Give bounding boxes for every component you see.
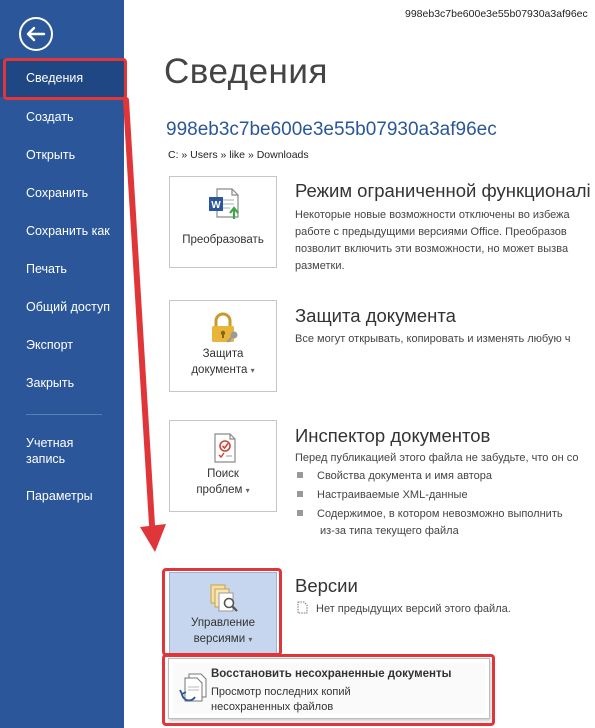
- desc-line: Просмотр последних копий: [211, 686, 351, 698]
- bullet-text: Свойства документа и имя автора: [317, 470, 492, 482]
- tile-label-line: документа: [191, 364, 248, 376]
- inspect-document-description: Перед публикацией этого файла не забудьт…: [295, 452, 579, 464]
- sidebar-item-label: Сохранить: [26, 186, 89, 200]
- svg-text:W: W: [211, 200, 221, 211]
- backstage-sidebar: Сведения Создать Открыть Сохранить Сохра…: [0, 0, 124, 728]
- protect-document-button[interactable]: Защита документа ▾: [169, 300, 277, 392]
- bullet-text: Настраиваемые XML-данные: [317, 489, 468, 501]
- bullet-icon: [297, 472, 303, 479]
- bullet-icon: [297, 491, 303, 498]
- dropdown-item-description: Просмотр последних копий несохраненных ф…: [211, 685, 351, 715]
- tile-label: Управление версиями ▾: [170, 615, 276, 648]
- chevron-down-icon: ▾: [250, 366, 255, 375]
- sidebar-item-label: Параметры: [26, 489, 93, 503]
- tile-label: Преобразовать: [182, 234, 264, 246]
- tile-label: Защита документа ▾: [170, 346, 276, 379]
- desc-line: несохраненных файлов: [211, 701, 334, 713]
- protect-document-description: Все могут открывать, копировать и изменя…: [295, 333, 571, 345]
- tile-label-line: Защита: [202, 348, 244, 360]
- desc-line: разметки.: [295, 260, 345, 272]
- check-for-issues-button[interactable]: Поиск проблем ▾: [169, 420, 277, 512]
- document-path[interactable]: C: » Users » like » Downloads: [168, 149, 309, 161]
- chevron-down-icon: ▾: [248, 635, 253, 644]
- sidebar-item-label: Экспорт: [26, 338, 73, 352]
- recover-documents-icon: [179, 673, 207, 702]
- desc-line: Нет предыдущих версий этого файла.: [316, 603, 511, 615]
- sidebar-item-save-as[interactable]: Сохранить как: [0, 212, 124, 250]
- lock-key-icon: [212, 312, 238, 343]
- sidebar-item-save[interactable]: Сохранить: [0, 174, 124, 212]
- versions-title: Версии: [295, 575, 358, 596]
- desc-line: позволит включить эти возможности, но мо…: [295, 243, 569, 255]
- window-filename: 998eb3c7be600e3e55b07930a3af96ec: [405, 8, 588, 20]
- tile-label-line: Управление: [191, 617, 255, 629]
- tile-label-line: версиями: [193, 633, 246, 645]
- sidebar-divider: [26, 414, 102, 415]
- sidebar-item-label: Создать: [26, 110, 74, 124]
- sidebar-item-label: Учетная: [26, 436, 74, 450]
- sidebar-item-print[interactable]: Печать: [0, 250, 124, 288]
- desc-line: работе с предыдущими версиями Office. Пр…: [295, 226, 567, 238]
- convert-button[interactable]: W Преобразовать: [169, 176, 277, 268]
- document-name: 998eb3c7be600e3e55b07930a3af96ec: [166, 119, 497, 140]
- manage-versions-icon: [210, 584, 238, 612]
- desc-line: Некоторые новые возможности отключены во…: [295, 209, 570, 221]
- sidebar-item-label: Открыть: [26, 148, 76, 162]
- inspect-document-title: Инспектор документов: [295, 425, 491, 446]
- sidebar-item-new[interactable]: Создать: [0, 98, 124, 136]
- word-convert-icon: W: [209, 188, 239, 219]
- bullet-text: из-за типа текущего файла: [320, 525, 459, 537]
- dropdown-item-title: Восстановить несохраненные документы: [211, 668, 452, 680]
- list-item: Содержимое, в котором невозможно выполни…: [297, 506, 563, 540]
- list-item: Настраиваемые XML-данные: [297, 487, 468, 504]
- tile-label-line: проблем: [196, 484, 243, 496]
- recover-unsaved-documents-item[interactable]: Восстановить несохраненные документы Про…: [173, 663, 485, 714]
- inspect-checklist-icon: [214, 433, 236, 463]
- sidebar-item-export[interactable]: Экспорт: [0, 326, 124, 364]
- list-item: Свойства документа и имя автора: [297, 468, 492, 485]
- sidebar-item-options[interactable]: Параметры: [0, 477, 124, 515]
- sidebar-item-label: Сохранить как: [26, 224, 110, 238]
- sidebar-item-label: запись: [26, 452, 66, 466]
- sidebar-item-share[interactable]: Общий доступ: [0, 288, 124, 326]
- compatibility-mode-description: Некоторые новые возможности отключены во…: [295, 207, 595, 275]
- sidebar-item-open[interactable]: Открыть: [0, 136, 124, 174]
- bullet-icon: [297, 510, 303, 517]
- sidebar-item-account[interactable]: Учетная запись: [0, 432, 124, 472]
- sidebar-item-close[interactable]: Закрыть: [0, 364, 124, 402]
- manage-versions-button[interactable]: Управление версиями ▾: [169, 572, 277, 654]
- manage-versions-dropdown: Восстановить несохраненные документы Про…: [168, 658, 490, 719]
- page-title: Сведения: [164, 52, 328, 91]
- back-button[interactable]: [17, 15, 55, 53]
- tile-label-line: Поиск: [207, 468, 239, 480]
- protect-document-title: Защита документа: [295, 305, 456, 326]
- sidebar-item-label: Общий доступ: [26, 300, 110, 314]
- compatibility-mode-title: Режим ограниченной функционалі: [295, 180, 591, 201]
- sidebar-item-label: Печать: [26, 262, 67, 276]
- back-arrow-icon: [19, 17, 53, 51]
- document-icon: [297, 601, 308, 614]
- sidebar-item-info[interactable]: Сведения: [0, 59, 124, 97]
- tile-label: Поиск проблем ▾: [170, 466, 276, 499]
- chevron-down-icon: ▾: [245, 486, 250, 495]
- sidebar-item-label: Сведения: [26, 71, 84, 85]
- versions-description: Нет предыдущих версий этого файла.: [297, 601, 595, 618]
- bullet-text: Содержимое, в котором невозможно выполни…: [317, 508, 563, 520]
- sidebar-item-label: Закрыть: [26, 376, 75, 390]
